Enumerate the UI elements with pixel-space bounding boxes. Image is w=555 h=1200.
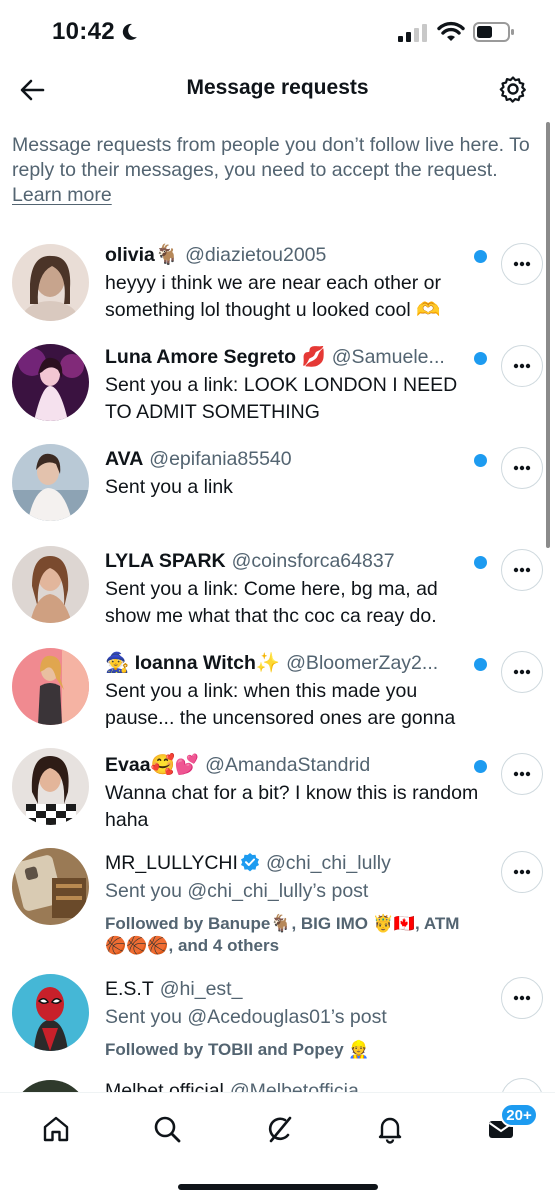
more-dots-icon [513, 363, 531, 369]
wifi-icon [437, 21, 465, 41]
nav-grok[interactable] [261, 1111, 297, 1147]
sender-handle: @epifania85540 [149, 448, 292, 470]
sender-name: E.S.T [105, 978, 154, 1000]
grok-icon [268, 1116, 292, 1143]
sender-handle: @BloomerZay2... [286, 652, 439, 674]
request-row[interactable]: olivia🐐 @diazietou2005 heyyy i think we a… [0, 238, 555, 338]
more-options-button[interactable] [501, 549, 543, 591]
sender-handle: @diazietou2005 [185, 244, 327, 266]
more-options-button[interactable] [501, 243, 543, 285]
more-options-button[interactable] [501, 851, 543, 893]
gear-icon [499, 76, 526, 103]
message-preview: Sent you a link: when this made you paus… [105, 680, 456, 729]
sender-name: LYLA SPARK [105, 550, 226, 572]
avatar [12, 848, 89, 925]
unread-indicator [474, 658, 487, 671]
page-title: Message requests [186, 76, 369, 99]
sender-name: 🧙 Ioanna Witch✨ [105, 652, 281, 674]
battery-icon [473, 22, 514, 42]
more-dots-icon [513, 261, 531, 267]
avatar [12, 546, 89, 623]
message-preview: Wanna chat for a bit? I know this is ran… [105, 782, 479, 831]
more-options-button[interactable] [501, 977, 543, 1019]
more-options-button[interactable] [501, 753, 543, 795]
home-icon [43, 1116, 69, 1142]
more-options-button[interactable] [501, 345, 543, 387]
request-row[interactable]: AVA @epifania85540 Sent you a link [0, 442, 555, 542]
intro-description: Message requests from people you don’t f… [12, 134, 530, 181]
request-row[interactable]: E.S.T @hi_est_ Sent you @Acedouglas01’s p… [0, 972, 555, 1082]
avatar [12, 244, 89, 321]
nav-explore[interactable] [149, 1111, 185, 1147]
status-bar: 10:42 [0, 0, 555, 64]
sender-handle: @AmandaStandrid [205, 754, 371, 776]
more-options-button[interactable] [501, 447, 543, 489]
intro-text: Message requests from people you don’t f… [12, 133, 542, 208]
unread-indicator [474, 556, 487, 569]
sender-handle: @chi_chi_lully [265, 852, 391, 874]
nav-notifications[interactable] [372, 1111, 408, 1147]
status-time: 10:42 [52, 18, 115, 45]
settings-button[interactable] [497, 73, 529, 105]
sender-handle: @Samuele... [331, 346, 445, 368]
avatar [12, 974, 89, 1051]
followed-by-text: Followed by Banupe🐐, BIG IMO 🤴🇨🇦, ATM 🏀🏀… [105, 914, 460, 955]
message-preview: Sent you a link [105, 476, 233, 498]
sender-name: MR_LULLYCHI [105, 852, 238, 874]
home-indicator [178, 1184, 378, 1190]
more-dots-icon [513, 771, 531, 777]
more-dots-icon [513, 669, 531, 675]
request-row[interactable]: 🧙 Ioanna Witch✨ @BloomerZay2... Sent you … [0, 646, 555, 746]
more-dots-icon [513, 869, 531, 875]
sender-name: Luna Amore Segreto 💋 [105, 346, 326, 368]
message-preview: Sent you a link: LOOK LONDON I NEED TO A… [105, 374, 458, 423]
unread-count-badge: 20+ [500, 1103, 538, 1127]
message-preview: Sent you @Acedouglas01’s post [105, 1006, 387, 1028]
unread-indicator [474, 250, 487, 263]
sender-handle: @hi_est_ [159, 978, 243, 1000]
verified-badge-icon [240, 853, 259, 872]
message-preview: Sent you a link: Come here, bg ma, ad sh… [105, 578, 438, 627]
more-options-button[interactable] [501, 651, 543, 693]
header: Message requests [0, 64, 555, 120]
cellular-signal-icon [398, 24, 427, 42]
bell-icon [378, 1117, 402, 1144]
request-row[interactable]: Luna Amore Segreto 💋 @Samuele... Sent you… [0, 340, 555, 440]
more-dots-icon [513, 465, 531, 471]
avatar [12, 748, 89, 825]
more-dots-icon [513, 567, 531, 573]
message-preview: Sent you @chi_chi_lully’s post [105, 880, 369, 902]
avatar [12, 444, 89, 521]
message-preview: heyyy i think we are near each other or … [105, 272, 442, 321]
request-row[interactable]: Evaa🥰💕 @AmandaStandrid Wanna chat for a b… [0, 748, 555, 848]
avatar [12, 648, 89, 725]
sender-name: AVA [105, 448, 144, 470]
unread-indicator [474, 454, 487, 467]
nav-home[interactable] [38, 1111, 74, 1147]
learn-more-link[interactable]: Learn more [12, 184, 112, 206]
avatar [12, 344, 89, 421]
request-row[interactable]: MR_LULLYCHI @chi_chi_lully Sent you @chi_… [0, 846, 555, 972]
unread-indicator [474, 760, 487, 773]
sender-name: olivia🐐 [105, 244, 180, 266]
moon-icon [122, 23, 137, 40]
sender-handle: @coinsforca64837 [231, 550, 395, 572]
request-row[interactable]: LYLA SPARK @coinsforca64837 Sent you a li… [0, 544, 555, 644]
followed-by-text: Followed by TOBII and Popey 👷 [105, 1040, 370, 1059]
unread-indicator [474, 352, 487, 365]
sender-name: Evaa🥰💕 [105, 754, 200, 776]
search-icon [154, 1116, 181, 1143]
more-dots-icon [513, 995, 531, 1001]
